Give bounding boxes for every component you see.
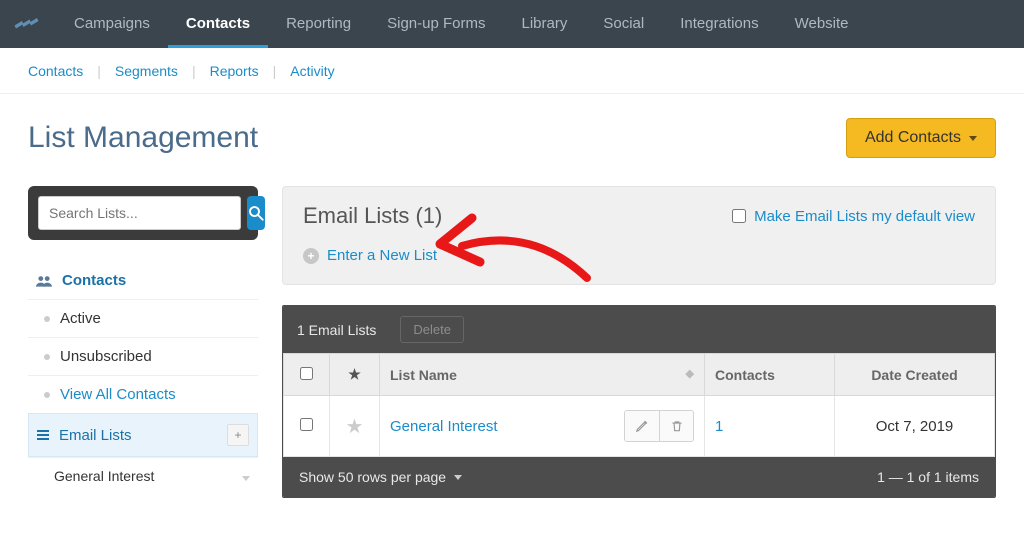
caret-down-icon xyxy=(454,475,462,480)
th-date[interactable]: Date Created xyxy=(835,354,995,396)
sidebar-email-lists[interactable]: Email Lists + xyxy=(28,413,258,457)
delete-row-button[interactable] xyxy=(659,411,693,441)
logo-icon xyxy=(13,14,43,34)
chevron-down-icon xyxy=(242,476,250,481)
plus-circle-icon: + xyxy=(303,248,319,264)
list-name-link[interactable]: General Interest xyxy=(390,418,498,435)
search-icon xyxy=(247,204,265,222)
star-icon: ★ xyxy=(348,366,361,382)
expand-button[interactable] xyxy=(242,468,250,484)
table-row: ★ General Interest xyxy=(284,396,995,457)
sidebar-item-active[interactable]: Active xyxy=(28,299,258,337)
caret-down-icon xyxy=(969,136,977,141)
contacts-count-link[interactable]: 1 xyxy=(715,418,723,435)
trash-icon xyxy=(670,419,684,433)
th-star[interactable]: ★ xyxy=(330,354,380,396)
row-actions xyxy=(624,410,694,442)
panel-header: Email Lists (1) Make Email Lists my defa… xyxy=(282,186,996,285)
sidebar-item-label: Unsubscribed xyxy=(60,348,152,365)
table-bar-title: 1 Email Lists xyxy=(297,322,376,338)
nav-reporting[interactable]: Reporting xyxy=(268,0,369,48)
list-icon xyxy=(37,430,49,440)
sidebar-child-label: General Interest xyxy=(54,468,154,484)
table-container: 1 Email Lists Delete ★ List Name◆ Contac… xyxy=(282,305,996,498)
nav-contacts[interactable]: Contacts xyxy=(168,0,268,48)
nav-website[interactable]: Website xyxy=(777,0,867,48)
pencil-icon xyxy=(635,419,649,433)
nav-integrations[interactable]: Integrations xyxy=(662,0,776,48)
sidebar-contacts-head[interactable]: Contacts xyxy=(28,262,258,299)
nav-campaigns[interactable]: Campaigns xyxy=(56,0,168,48)
th-contacts[interactable]: Contacts xyxy=(705,354,835,396)
page-title: List Management xyxy=(28,121,258,155)
sidebar-item-view-all[interactable]: View All Contacts xyxy=(28,375,258,413)
default-view-toggle[interactable]: Make Email Lists my default view xyxy=(732,208,975,225)
page-header: List Management Add Contacts xyxy=(28,118,996,158)
th-list-name[interactable]: List Name◆ xyxy=(380,354,705,396)
logo xyxy=(8,0,48,48)
subnav-contacts[interactable]: Contacts xyxy=(24,63,87,79)
row-checkbox[interactable] xyxy=(300,418,313,431)
bullet-icon xyxy=(44,392,50,398)
sidebar-email-lists-label: Email Lists xyxy=(59,427,132,444)
people-icon xyxy=(36,274,52,288)
add-list-button[interactable]: + xyxy=(227,424,249,446)
table-toolbar: 1 Email Lists Delete xyxy=(283,306,995,353)
nav-social[interactable]: Social xyxy=(585,0,662,48)
rows-per-page-dropdown[interactable]: Show 50 rows per page xyxy=(299,469,462,485)
panel-title: Email Lists (1) xyxy=(303,203,442,229)
nav-library[interactable]: Library xyxy=(503,0,585,48)
select-all-checkbox[interactable] xyxy=(300,367,313,380)
sub-nav: Contacts| Segments| Reports| Activity xyxy=(0,48,1024,94)
sidebar-child-list[interactable]: General Interest xyxy=(28,457,258,494)
subnav-segments[interactable]: Segments xyxy=(111,63,182,79)
nav-signup-forms[interactable]: Sign-up Forms xyxy=(369,0,503,48)
sort-icon: ◆ xyxy=(686,367,694,380)
search-input[interactable] xyxy=(38,196,241,230)
main-panel: Email Lists (1) Make Email Lists my defa… xyxy=(282,186,996,498)
table-footer: Show 50 rows per page 1 — 1 of 1 items xyxy=(283,457,995,497)
sidebar-item-label: Active xyxy=(60,310,101,327)
delete-button[interactable]: Delete xyxy=(400,316,464,343)
default-view-checkbox[interactable] xyxy=(732,209,746,223)
add-contacts-button[interactable]: Add Contacts xyxy=(846,118,996,158)
sidebar-contacts-label: Contacts xyxy=(62,272,126,289)
lists-table: ★ List Name◆ Contacts Date Created ★ xyxy=(283,353,995,457)
date-cell: Oct 7, 2019 xyxy=(835,396,995,457)
search-box xyxy=(28,186,258,240)
add-contacts-label: Add Contacts xyxy=(865,129,961,147)
sidebar-item-unsubscribed[interactable]: Unsubscribed xyxy=(28,337,258,375)
rows-per-label: Show 50 rows per page xyxy=(299,469,446,485)
edit-button[interactable] xyxy=(625,411,659,441)
top-nav: Campaigns Contacts Reporting Sign-up For… xyxy=(0,0,1024,48)
default-view-label: Make Email Lists my default view xyxy=(754,208,975,225)
bullet-icon xyxy=(44,354,50,360)
th-checkbox xyxy=(284,354,330,396)
sidebar-item-label: View All Contacts xyxy=(60,386,176,403)
bullet-icon xyxy=(44,316,50,322)
enter-new-list-link[interactable]: Enter a New List xyxy=(327,247,437,264)
pagination-range: 1 — 1 of 1 items xyxy=(877,469,979,485)
star-icon[interactable]: ★ xyxy=(346,416,364,438)
sidebar: Contacts Active Unsubscribed View All Co… xyxy=(28,186,258,494)
subnav-activity[interactable]: Activity xyxy=(286,63,338,79)
search-button[interactable] xyxy=(247,196,265,230)
subnav-reports[interactable]: Reports xyxy=(206,63,263,79)
